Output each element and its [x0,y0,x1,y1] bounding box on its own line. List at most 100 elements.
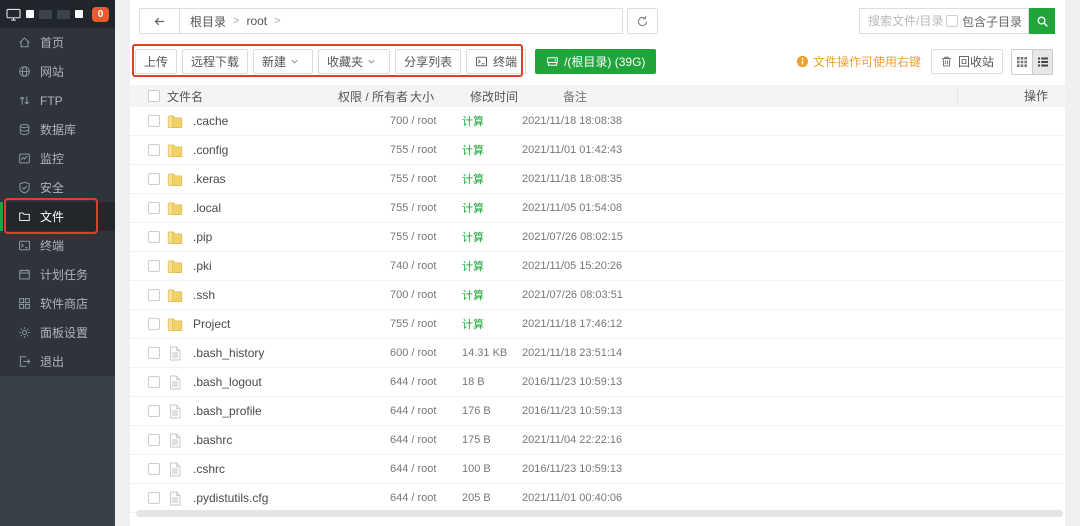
file-size[interactable]: 计算 [462,200,522,216]
disk-root-button[interactable]: /(根目录) (39G) [535,49,656,74]
toolbar-button[interactable]: 远程下载 [182,49,248,74]
include-subdir-label[interactable]: 包含子目录 [962,13,1022,30]
file-name[interactable]: .keras [193,172,390,186]
sidebar-item[interactable]: 安全 [0,173,115,202]
back-button[interactable] [139,8,180,34]
file-name[interactable]: .bash_history [193,346,390,360]
sidebar-item[interactable]: 软件商店 [0,289,115,318]
breadcrumb-item[interactable]: root [246,14,267,28]
file-size[interactable]: 计算 [462,113,522,129]
breadcrumb-separator: > [274,15,280,27]
file-modified-time: 2021/11/18 18:08:35 [522,173,615,185]
header-filename: 文件名 [141,88,338,105]
file-permission-owner: 644 / root [390,405,462,417]
row-checkbox[interactable] [148,173,160,185]
file-size[interactable]: 计算 [462,229,522,245]
sidebar-item[interactable]: 网站 [0,57,115,86]
file-name[interactable]: .pki [193,259,390,273]
file-modified-time: 2021/11/18 23:51:14 [522,347,615,359]
breadcrumb-item[interactable]: 根目录 [190,13,226,30]
file-permission-owner: 644 / root [390,434,462,446]
sidebar-item[interactable]: 面板设置 [0,318,115,347]
file-name[interactable]: .bash_profile [193,404,390,418]
ftp-icon [18,94,31,107]
back-arrow-icon [153,15,166,28]
file-size: 18 B [462,376,522,388]
file-size[interactable]: 计算 [462,258,522,274]
toolbar-button[interactable]: 新建 [253,49,313,74]
table-row: .bash_history 600 / root 14.31 KB 2021/1… [130,339,1065,368]
row-checkbox[interactable] [148,115,160,127]
folder-icon [167,172,183,187]
file-name[interactable]: .cache [193,114,390,128]
search-button[interactable] [1029,8,1055,34]
file-permission-owner: 700 / root [390,289,462,301]
message-count-badge[interactable]: 0 [92,7,109,22]
list-view-button[interactable] [1032,50,1052,74]
table-row: .cache 700 / root 计算 2021/11/18 18:08:38 [130,107,1065,136]
row-checkbox[interactable] [148,318,160,330]
file-icon [167,404,183,419]
toolbar-right: 文件操作可使用右键 回收站 [796,49,1053,75]
toolbar-button[interactable]: 终端 [466,49,526,74]
path-bar: 根目录 > root > 包含子目录 [139,8,1055,34]
refresh-button[interactable] [627,8,658,34]
grid-view-button[interactable] [1012,50,1032,74]
folder-icon [167,288,183,303]
table-header-row: 文件名 权限 / 所有者 大小 修改时间 备注 操作 [130,85,1065,107]
search-input[interactable] [868,14,946,28]
header-modified-time: 修改时间 [470,88,563,105]
file-modified-time: 2021/07/26 08:02:15 [522,231,615,243]
file-manager-panel: 根目录 > root > 包含子目录 [130,0,1065,526]
file-size[interactable]: 计算 [462,171,522,187]
file-size: 205 B [462,492,522,504]
sidebar-item[interactable]: 退出 [0,347,115,376]
horizontal-scrollbar[interactable] [136,510,1063,517]
sidebar-item[interactable]: 文件 [0,202,115,231]
file-name[interactable]: .pip [193,230,390,244]
file-size[interactable]: 计算 [462,316,522,332]
file-name[interactable]: .pydistutils.cfg [193,491,390,505]
sidebar-item[interactable]: 计划任务 [0,260,115,289]
include-subdir-checkbox[interactable] [946,15,958,27]
toolbar-button-label: 上传 [144,53,168,70]
row-checkbox[interactable] [148,405,160,417]
grid-view-icon [1016,56,1028,68]
file-name[interactable]: .local [193,201,390,215]
file-size: 175 B [462,434,522,446]
file-name[interactable]: .bashrc [193,433,390,447]
refresh-icon [636,15,649,28]
sidebar-item-label: FTP [40,94,63,108]
row-checkbox[interactable] [148,144,160,156]
sidebar-item[interactable]: 首页 [0,28,115,57]
row-checkbox[interactable] [148,376,160,388]
row-checkbox[interactable] [148,434,160,446]
row-checkbox[interactable] [148,463,160,475]
row-checkbox[interactable] [148,347,160,359]
sidebar-item[interactable]: 监控 [0,144,115,173]
toolbar-button[interactable]: 上传 [135,49,177,74]
row-checkbox[interactable] [148,492,160,504]
sidebar-item[interactable]: 终端 [0,231,115,260]
breadcrumb[interactable]: 根目录 > root > [180,8,623,34]
row-checkbox[interactable] [148,202,160,214]
row-checkbox[interactable] [148,260,160,272]
view-toggle [1011,49,1053,75]
file-name[interactable]: .bash_logout [193,375,390,389]
recycle-bin-button[interactable]: 回收站 [931,49,1003,74]
file-name[interactable]: Project [193,317,390,331]
logo-redacted-block [26,10,34,18]
toolbar-button-label: 新建 [262,53,286,70]
file-name[interactable]: .config [193,143,390,157]
toolbar-button[interactable]: 分享列表 [395,49,461,74]
sidebar-item[interactable]: 数据库 [0,115,115,144]
row-checkbox[interactable] [148,289,160,301]
file-name[interactable]: .cshrc [193,462,390,476]
toolbar-button[interactable]: 收藏夹 [318,49,390,74]
file-name[interactable]: .ssh [193,288,390,302]
search-box: 包含子目录 [859,8,1029,34]
row-checkbox[interactable] [148,231,160,243]
file-size[interactable]: 计算 [462,287,522,303]
file-size[interactable]: 计算 [462,142,522,158]
sidebar-item[interactable]: FTP [0,86,115,115]
